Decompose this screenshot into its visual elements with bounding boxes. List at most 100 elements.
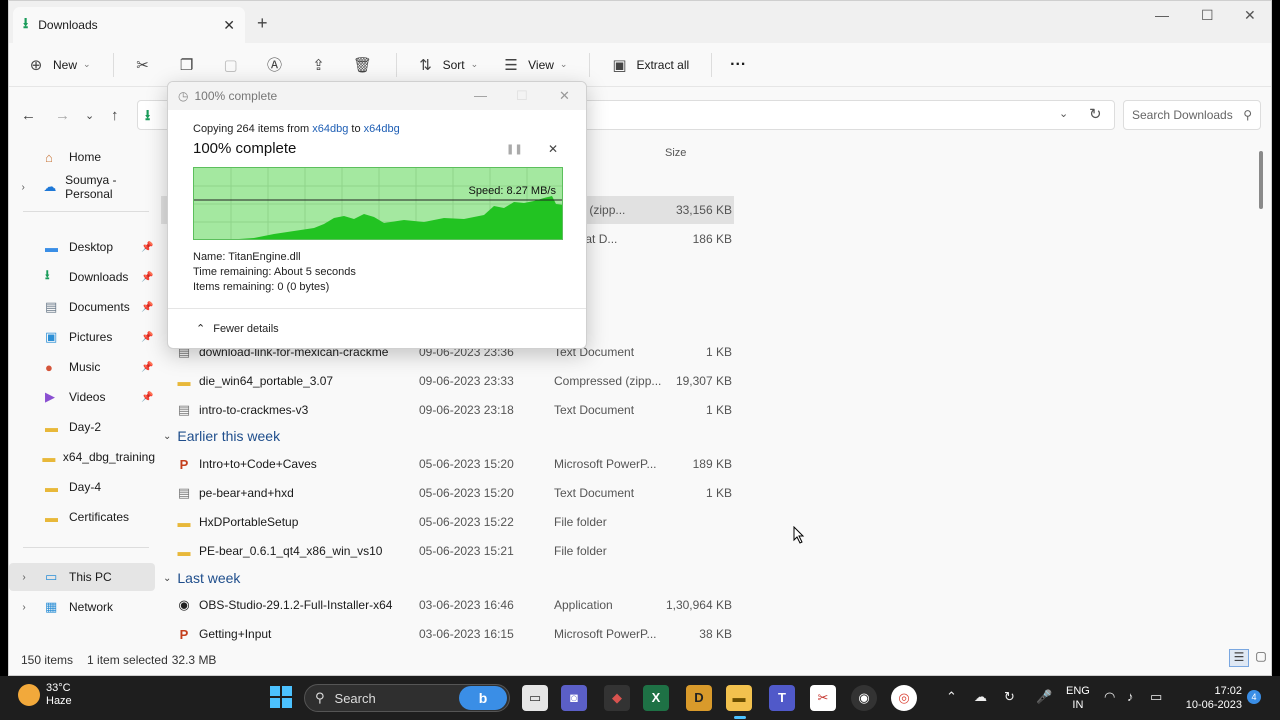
clock[interactable]: 17:02 10-06-2023: [1180, 684, 1242, 712]
table-row[interactable]: ▬ PE-bear_0.6.1_qt4_x86_win_vs10 05-06-2…: [161, 537, 734, 565]
file-size: 186 KB: [692, 232, 732, 246]
battery-icon[interactable]: ▭: [1150, 689, 1162, 705]
tiles-view-icon[interactable]: ▢: [1251, 649, 1271, 667]
expand-chevron-icon[interactable]: ›: [17, 182, 29, 193]
table-row[interactable]: ▤ intro-to-crackmes-v3 09-06-2023 23:18 …: [161, 396, 734, 424]
show-hidden-icons-chevron-icon[interactable]: ⌃: [946, 689, 957, 705]
pin-icon: 📌: [141, 301, 154, 313]
windows-start-icon[interactable]: [270, 686, 292, 708]
weather-widget[interactable]: 33°C Haze: [18, 682, 72, 708]
app-de-icon[interactable]: D: [686, 685, 712, 711]
new-button[interactable]: ⊕ New ⌄: [25, 56, 91, 74]
delete-button[interactable]: 🗑: [352, 56, 374, 74]
document-icon: ▤: [45, 299, 58, 314]
sort-button[interactable]: ⇅ Sort ⌄: [415, 56, 478, 74]
more-options-button[interactable]: ···: [730, 56, 746, 74]
up-arrow-icon[interactable]: ↑: [111, 107, 119, 124]
volume-icon[interactable]: ♪: [1127, 689, 1134, 704]
dialog-minimize-button[interactable]: —: [474, 88, 487, 103]
sidebar-item-downloads[interactable]: ⭳ Downloads 📌: [9, 263, 155, 291]
obs-icon: ◉: [178, 597, 190, 612]
extract-all-button[interactable]: ▣ Extract all: [608, 56, 689, 74]
snipping-tool-icon[interactable]: ✂: [810, 685, 836, 711]
app-icon[interactable]: ◆: [604, 685, 630, 711]
sidebar-item-this-pc[interactable]: › ▭ This PC: [9, 563, 155, 591]
paste-button[interactable]: ▢: [220, 56, 242, 74]
search-input[interactable]: Search Downloads ⚲: [1123, 100, 1261, 130]
forward-arrow-icon[interactable]: →: [55, 107, 70, 124]
file-explorer-icon[interactable]: ▬: [726, 685, 752, 711]
sidebar-item-x64-dbg-training[interactable]: ▬ x64_dbg_training: [9, 443, 155, 471]
onedrive-tray-icon[interactable]: ☁: [974, 689, 987, 705]
file-type: Application: [554, 598, 613, 612]
minimize-button[interactable]: —: [1155, 7, 1169, 23]
sidebar-item-day2[interactable]: ▬ Day-2: [9, 413, 155, 441]
notification-badge[interactable]: 4: [1247, 690, 1261, 704]
details-view-icon[interactable]: ☰: [1229, 649, 1249, 667]
file-name: PE-bear_0.6.1_qt4_x86_win_vs10: [199, 544, 383, 558]
back-arrow-icon[interactable]: ←: [21, 107, 36, 124]
language-indicator[interactable]: ENG IN: [1066, 684, 1090, 712]
dialog-close-button[interactable]: ✕: [559, 88, 570, 104]
expand-chevron-icon[interactable]: ›: [17, 572, 31, 583]
task-view-icon[interactable]: ▭: [522, 685, 548, 711]
expand-chevron-icon[interactable]: ›: [17, 602, 31, 613]
address-history-chevron-icon[interactable]: ⌄: [1059, 107, 1068, 120]
table-row[interactable]: P Intro+to+Code+Caves 05-06-2023 15:20 M…: [161, 450, 734, 478]
sidebar-item-label: Network: [69, 600, 114, 614]
sidebar-item-documents[interactable]: ▤ Documents 📌: [9, 293, 155, 321]
column-header-size[interactable]: Size: [665, 147, 686, 159]
group-header-earlier-this-week[interactable]: ⌄ Earlier this week: [163, 428, 280, 444]
view-button[interactable]: ☰ View ⌄: [500, 56, 567, 74]
close-window-button[interactable]: ✕: [1244, 7, 1256, 24]
sidebar-item-network[interactable]: › ▦ Network: [9, 593, 155, 621]
sort-label: Sort: [442, 57, 465, 72]
sidebar-item-home[interactable]: ⌂ Home: [9, 143, 155, 171]
table-row[interactable]: ▬ die_win64_portable_3.07 09-06-2023 23:…: [161, 367, 734, 395]
selection-size: 32.3 MB: [171, 653, 217, 667]
rename-icon: Ⓐ: [267, 57, 283, 74]
tab-close-icon[interactable]: ✕: [223, 17, 235, 34]
search-icon: ⚲: [1243, 108, 1252, 122]
sidebar-item-pictures[interactable]: ▣ Pictures 📌: [9, 323, 155, 351]
table-row[interactable]: ◉ OBS-Studio-29.1.2-Full-Installer-x64 0…: [161, 591, 734, 619]
sync-tray-icon[interactable]: ↻: [1004, 689, 1015, 705]
tab-downloads[interactable]: ⭳ Downloads ✕: [13, 7, 245, 43]
rename-button[interactable]: Ⓐ: [264, 54, 286, 75]
sidebar-item-day4[interactable]: ▬ Day-4: [9, 473, 155, 501]
teams-chat-icon[interactable]: ◙: [561, 685, 587, 711]
microphone-icon[interactable]: 🎤: [1036, 689, 1052, 705]
recent-chevron-icon[interactable]: ⌄: [85, 109, 94, 122]
cut-button[interactable]: ✂: [132, 56, 154, 74]
taskbar-search[interactable]: ⚲ Search b: [304, 684, 510, 712]
fewer-details-button[interactable]: ⌃ Fewer details: [196, 322, 279, 336]
sidebar-item-certificates[interactable]: ▬ Certificates: [9, 503, 155, 531]
bing-icon[interactable]: b: [459, 686, 507, 710]
table-row[interactable]: P Getting+Input 03-06-2023 16:15 Microso…: [161, 620, 734, 648]
wifi-icon[interactable]: ◠: [1104, 689, 1115, 705]
pause-icon[interactable]: ❚❚: [506, 144, 523, 155]
sidebar-item-desktop[interactable]: ▬ Desktop 📌: [9, 233, 155, 261]
maximize-button[interactable]: ☐: [1201, 7, 1214, 24]
group-header-last-week[interactable]: ⌄ Last week: [163, 570, 240, 586]
search-placeholder: Search Downloads: [1132, 108, 1233, 122]
vertical-scrollbar[interactable]: [1259, 151, 1263, 209]
sidebar-item-videos[interactable]: ▶ Videos 📌: [9, 383, 155, 411]
teams-icon[interactable]: T: [769, 685, 795, 711]
obs-icon[interactable]: ◉: [851, 685, 877, 711]
cancel-copy-icon[interactable]: ✕: [548, 142, 558, 156]
new-tab-button[interactable]: +: [257, 13, 268, 34]
table-row[interactable]: ▬ HxDPortableSetup 05-06-2023 15:22 File…: [161, 508, 734, 536]
file-type: Microsoft PowerP...: [554, 457, 657, 471]
table-row[interactable]: ▤ pe-bear+and+hxd 05-06-2023 15:20 Text …: [161, 479, 734, 507]
copy-button[interactable]: ❐: [176, 56, 198, 74]
sidebar-item-music[interactable]: ● Music 📌: [9, 353, 155, 381]
chrome-icon[interactable]: ◎: [891, 685, 917, 711]
pin-icon: 📌: [141, 241, 154, 253]
destination-folder-link[interactable]: x64dbg: [364, 123, 400, 135]
refresh-icon[interactable]: ↻: [1089, 105, 1102, 123]
excel-icon[interactable]: X: [643, 685, 669, 711]
share-button[interactable]: ⇪: [308, 56, 330, 74]
source-folder-link[interactable]: x64dbg: [312, 123, 348, 135]
sidebar-item-onedrive[interactable]: › ☁ Soumya - Personal: [9, 173, 155, 201]
